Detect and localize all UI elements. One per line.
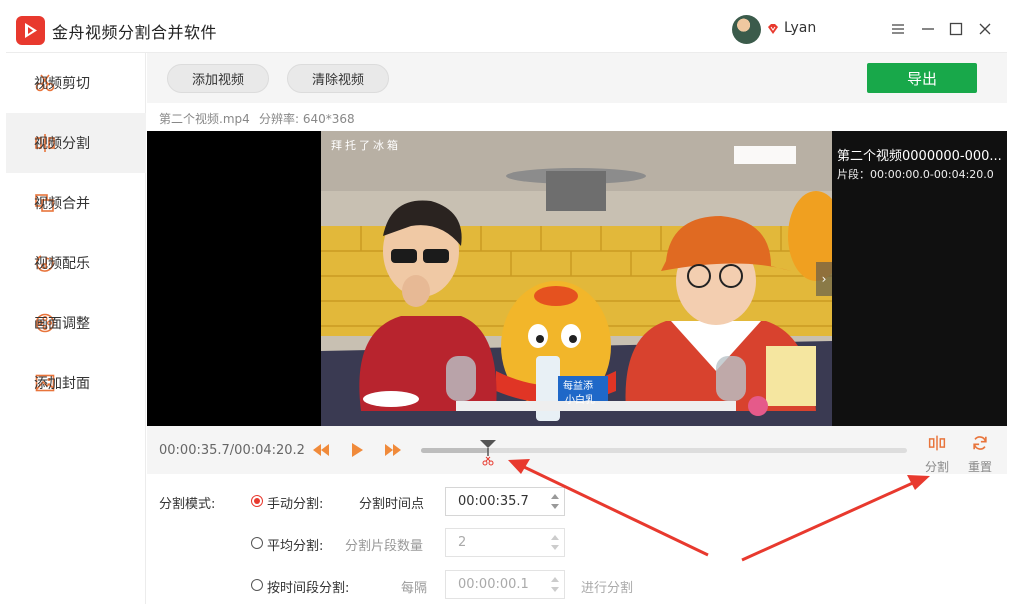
minimize-icon[interactable] <box>918 19 938 39</box>
sidebar-item-music[interactable]: 视频配乐 <box>6 233 146 293</box>
sidebar-item-cover[interactable]: 添加封面 <box>6 353 146 413</box>
manual-split-radio[interactable] <box>251 495 263 507</box>
clear-video-button[interactable]: 清除视频 <box>287 64 389 93</box>
add-video-button[interactable]: 添加视频 <box>167 64 269 93</box>
title-bar: 金舟视频分割合并软件 Lyan <box>6 6 1007 53</box>
split-control[interactable]: 分割 <box>925 434 950 474</box>
segment-count-input[interactable]: 2 <box>445 528 565 557</box>
username[interactable]: Lyan <box>784 20 816 36</box>
segment-count-label: 分割片段数量 <box>345 539 424 554</box>
sidebar: 视频剪切 视频分割 视频合并 视频配乐 画面调整 添加封面 <box>6 53 146 604</box>
rewind-icon[interactable] <box>311 440 331 460</box>
do-split-button[interactable]: 进行分割 <box>581 577 633 596</box>
sidebar-item-merge[interactable]: 视频合并 <box>6 173 146 233</box>
timeline-handle-icon[interactable] <box>479 438 497 468</box>
brand-text-1: 每益添 <box>563 379 593 392</box>
split-time-input[interactable]: 00:00:35.7 <box>445 487 565 516</box>
video-caption: 拜托了冰箱 <box>331 139 401 152</box>
manual-split-label[interactable]: 手动分割: <box>267 493 323 512</box>
split-time-label: 分割时间点 <box>359 497 425 512</box>
sidebar-item-label: 视频配乐 <box>34 256 90 272</box>
sidebar-item-label: 视频剪切 <box>34 76 90 92</box>
avatar[interactable] <box>732 15 761 44</box>
playlist-expand-arrow[interactable]: › <box>816 262 832 296</box>
interval-split-radio[interactable] <box>251 579 263 591</box>
split-mode-label: 分割模式: <box>159 497 216 512</box>
time-readout: 00:00:35.7/00:04:20.2 <box>159 443 305 458</box>
file-resolution: 分辨率: 640*368 <box>259 112 355 126</box>
video-player[interactable]: 每益添 小白乳 拜托了冰箱 <box>147 131 832 426</box>
split-icon <box>928 435 946 451</box>
spinner-arrows-icon[interactable] <box>550 574 560 595</box>
spinner-arrows-icon[interactable] <box>550 491 560 512</box>
average-split-radio[interactable] <box>251 537 263 549</box>
file-name: 第二个视频.mp4 <box>159 112 250 126</box>
interval-every-label: 每隔 <box>401 581 428 596</box>
average-split-label[interactable]: 平均分割: <box>267 535 323 554</box>
timeline-progress <box>421 448 488 453</box>
play-icon[interactable] <box>347 440 367 460</box>
spinner-arrows-icon[interactable] <box>550 532 560 553</box>
video-scene-image: 每益添 小白乳 <box>321 131 832 426</box>
maximize-icon[interactable] <box>946 19 966 39</box>
interval-split-label[interactable]: 按时间段分割: <box>267 577 349 596</box>
video-frame: 每益添 小白乳 拜托了冰箱 <box>321 131 832 426</box>
segment-list-panel: 第二个视频0000000-000... 片段：00:00:00.0-00:04:… <box>832 131 1007 426</box>
sidebar-item-split[interactable]: 视频分割 <box>6 113 146 173</box>
interval-value: 00:00:00.1 <box>458 577 529 592</box>
refresh-icon <box>973 436 987 450</box>
split-label: 分割 <box>925 460 950 474</box>
reset-control[interactable]: 重置 <box>965 434 995 474</box>
interval-input[interactable]: 00:00:00.1 <box>445 570 565 599</box>
file-info-bar: 第二个视频.mp4 分辨率: 640*368 <box>147 103 1007 131</box>
sidebar-item-label: 画面调整 <box>34 316 90 332</box>
playback-controls: 00:00:35.7/00:04:20.2 分割 重置 <box>147 426 1007 474</box>
close-icon[interactable] <box>975 19 995 39</box>
split-time-value: 00:00:35.7 <box>458 494 529 509</box>
vip-diamond-icon <box>768 24 778 34</box>
sidebar-item-label: 添加封面 <box>34 376 90 392</box>
menu-icon[interactable] <box>888 19 908 39</box>
app-logo-icon <box>16 16 45 45</box>
split-settings: 分割模式: 手动分割: 分割时间点 00:00:35.7 平均分割: 分割片段数… <box>147 474 1007 604</box>
sidebar-item-label: 视频分割 <box>34 136 90 152</box>
export-button[interactable]: 导出 <box>867 63 977 93</box>
sidebar-item-cut[interactable]: 视频剪切 <box>6 53 146 113</box>
sidebar-item-label: 视频合并 <box>34 196 90 212</box>
segment-title[interactable]: 第二个视频0000000-000... <box>837 145 1007 164</box>
sidebar-item-adjust[interactable]: 画面调整 <box>6 293 146 353</box>
segment-range: 片段：00:00:00.0-00:04:20.0 <box>837 168 994 181</box>
toolbar: 添加视频 清除视频 导出 <box>147 53 1007 103</box>
segment-count-value: 2 <box>458 535 467 550</box>
fast-forward-icon[interactable] <box>383 440 403 460</box>
brand-text-2: 小白乳 <box>565 393 595 406</box>
app-title: 金舟视频分割合并软件 <box>52 23 218 42</box>
reset-label: 重置 <box>967 460 992 474</box>
